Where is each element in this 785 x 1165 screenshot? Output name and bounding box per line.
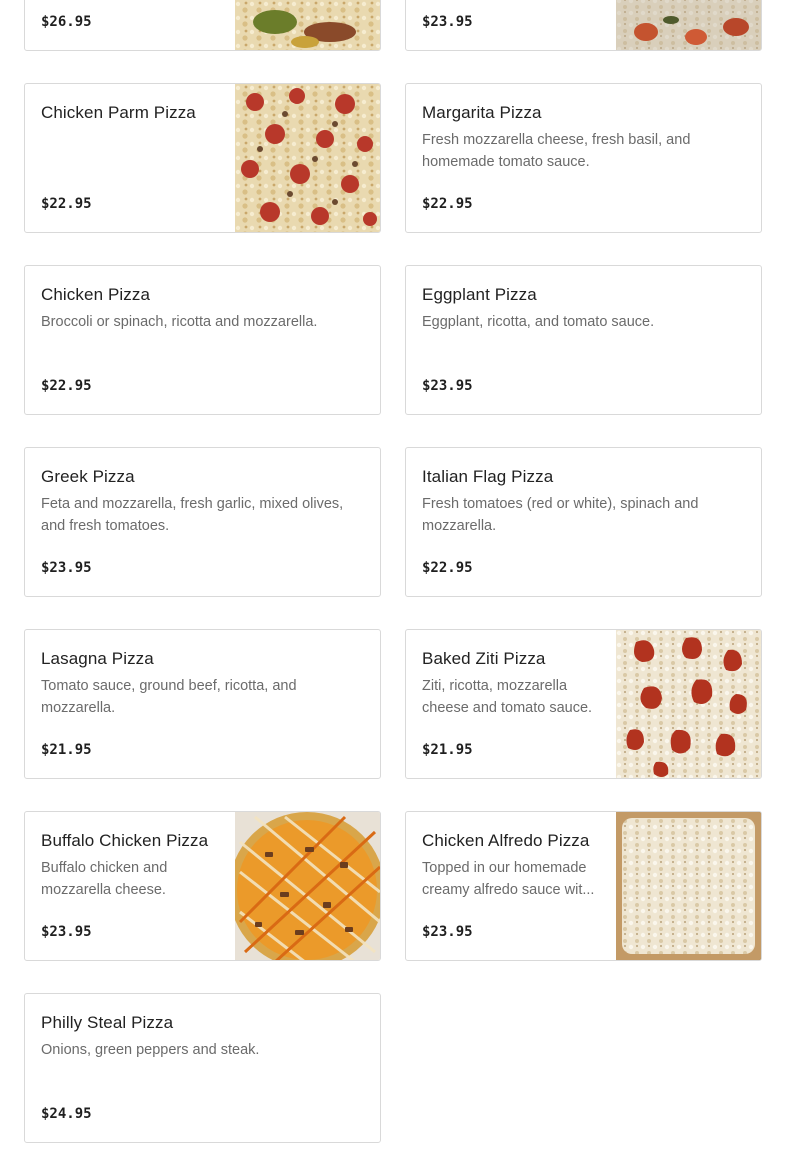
item-price: $23.95 [41, 560, 92, 576]
item-price: $24.95 [41, 1106, 92, 1122]
menu-item-card[interactable]: $26.95 [24, 0, 381, 51]
item-name: Lasagna Pizza [41, 649, 154, 668]
item-price: $23.95 [422, 378, 473, 394]
pizza-image [616, 630, 761, 778]
item-price: $22.95 [41, 378, 92, 394]
item-price: $23.95 [41, 924, 92, 940]
item-description: Broccoli or spinach, ricotta and mozzare… [41, 314, 318, 330]
item-description: Buffalo chicken and mozzarella cheese. [41, 860, 168, 898]
item-price: $22.95 [41, 196, 92, 212]
menu-item-card[interactable]: Greek Pizza Feta and mozzarella, fresh g… [24, 447, 381, 597]
pizza-image [616, 0, 761, 50]
item-name: Chicken Pizza [41, 285, 151, 304]
menu-item-card[interactable]: Chicken Alfredo Pizza Topped in our home… [405, 811, 762, 961]
item-description: Tomato sauce, ground beef, ricotta, and … [41, 678, 297, 716]
item-name: Greek Pizza [41, 467, 135, 486]
menu-item-card[interactable]: Italian Flag Pizza Fresh tomatoes (red o… [405, 447, 762, 597]
menu-item-card[interactable]: Philly Steal Pizza Onions, green peppers… [24, 993, 381, 1143]
menu-item-card[interactable]: Chicken Parm Pizza $22.95 [24, 83, 381, 233]
item-price: $21.95 [41, 742, 92, 758]
item-description: Ziti, ricotta, mozzarella cheese and tom… [422, 678, 593, 716]
menu-item-card[interactable]: $23.95 [405, 0, 762, 51]
menu-item-card[interactable]: Margarita Pizza Fresh mozzarella cheese,… [405, 83, 762, 233]
item-description: Topped in our homemade creamy alfredo sa… [422, 860, 595, 898]
item-description: Eggplant, ricotta, and tomato sauce. [422, 314, 655, 330]
item-description: Onions, green peppers and steak. [41, 1042, 260, 1058]
item-name: Eggplant Pizza [422, 285, 537, 304]
pizza-image [616, 812, 761, 960]
item-name: Philly Steal Pizza [41, 1013, 174, 1032]
pizza-image [235, 84, 380, 232]
item-price: $23.95 [422, 14, 473, 30]
menu-item-card[interactable]: Buffalo Chicken Pizza Buffalo chicken an… [24, 811, 381, 961]
item-price: $23.95 [422, 924, 473, 940]
item-name: Chicken Alfredo Pizza [422, 831, 590, 850]
menu-item-card[interactable]: Lasagna Pizza Tomato sauce, ground beef,… [24, 629, 381, 779]
menu-item-card[interactable]: Chicken Pizza Broccoli or spinach, ricot… [24, 265, 381, 415]
item-name: Italian Flag Pizza [422, 467, 554, 486]
pizza-image [235, 812, 380, 960]
item-name: Buffalo Chicken Pizza [41, 831, 209, 850]
pizza-image [235, 0, 380, 50]
item-description: Fresh mozzarella cheese, fresh basil, an… [422, 132, 691, 170]
menu-item-card[interactable]: Eggplant Pizza Eggplant, ricotta, and to… [405, 265, 762, 415]
item-description: Feta and mozzarella, fresh garlic, mixed… [41, 496, 344, 534]
item-price: $22.95 [422, 560, 473, 576]
item-price: $22.95 [422, 196, 473, 212]
item-name: Chicken Parm Pizza [41, 103, 196, 122]
item-name: Baked Ziti Pizza [422, 649, 546, 668]
item-name: Margarita Pizza [422, 103, 542, 122]
menu-item-card[interactable]: Baked Ziti Pizza Ziti, ricotta, mozzarel… [405, 629, 762, 779]
item-price: $21.95 [422, 742, 473, 758]
item-description: Fresh tomatoes (red or white), spinach a… [422, 496, 699, 534]
item-price: $26.95 [41, 14, 92, 30]
